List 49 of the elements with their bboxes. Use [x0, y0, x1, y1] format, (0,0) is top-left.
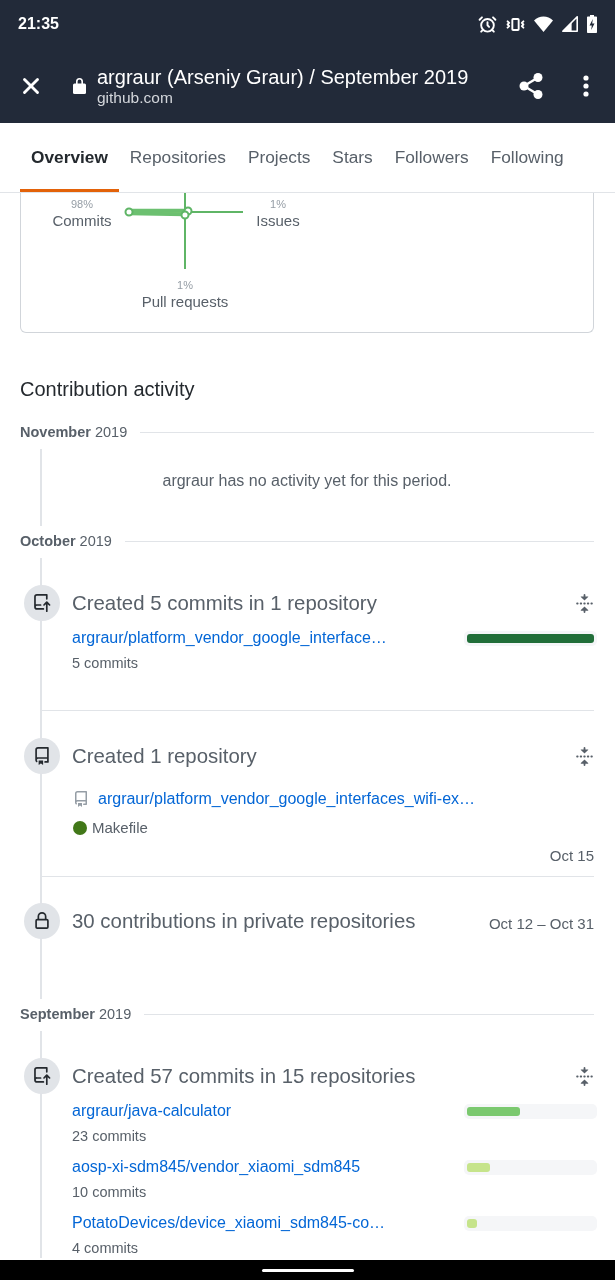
event-date: Oct 15 [549, 847, 594, 865]
repo-link[interactable]: argraur/platform_vendor_google_interfaces_wifi-ex… [98, 788, 476, 810]
commit-count: 23 commits [72, 1127, 148, 1145]
axis-label: Pull requests [141, 293, 229, 310]
month-heading: September 2019 [20, 1005, 132, 1024]
commit-count: 4 commits [72, 1239, 140, 1257]
fold-icon[interactable] [575, 1066, 594, 1086]
fold-icon[interactable] [575, 593, 594, 613]
percent-label: 98% [71, 198, 93, 210]
nav-tab[interactable]: Stars [321, 123, 384, 192]
event-title: 30 contributions in private repositories [72, 909, 417, 934]
data-point [180, 210, 190, 220]
commit-count: 5 commits [72, 654, 140, 672]
repo-link[interactable]: PotatoDevices/device_xiaomi_sdm845-co… [72, 1212, 386, 1234]
repo-link[interactable]: argraur/java-calculator [72, 1100, 232, 1122]
month-heading: November 2019 [20, 423, 128, 442]
gesture-handle[interactable] [261, 1268, 354, 1272]
event-title: Created 5 commits in 1 repository [72, 591, 378, 616]
fold-icon[interactable] [575, 746, 594, 766]
repo-link[interactable]: argraur/platform_vendor_google_interface… [72, 627, 387, 649]
repo-link[interactable]: aosp-xi-sdm845/vendor_xiaomi_sdm845 [72, 1156, 361, 1178]
month-heading: October 2019 [20, 532, 112, 551]
commit-count: 10 commits [72, 1183, 148, 1201]
status-time: 21:35 [18, 15, 59, 33]
language-label: Makefile [92, 819, 148, 837]
lock-icon [73, 77, 86, 94]
axis-label: Commits [52, 212, 112, 229]
empty-message: argraur has no activity yet for this period. [161, 471, 453, 491]
nav-tab[interactable]: Following [479, 123, 575, 192]
percent-label: 1% [177, 279, 193, 291]
event-title: Created 1 repository [72, 744, 258, 769]
page-title: argraur (Arseniy Graur) / September 2019 [97, 66, 470, 89]
signal-icon [562, 16, 578, 32]
alarm-icon [478, 14, 497, 34]
data-point [124, 207, 134, 217]
share-icon [519, 72, 543, 99]
nav-tab[interactable]: Followers [383, 123, 480, 192]
percent-label: 1% [270, 198, 286, 210]
battery-icon [587, 15, 597, 33]
book-icon [73, 791, 89, 807]
axis-label: Issues [256, 212, 300, 229]
nav-tab[interactable]: Projects [236, 123, 322, 192]
page-url: github.com [97, 89, 174, 107]
event-date: Oct 12 – Oct 31 [488, 915, 594, 933]
nav-tab[interactable]: Repositories [118, 123, 237, 192]
wifi-icon [534, 16, 553, 32]
event-title: Created 57 commits in 15 repositories [72, 1064, 417, 1089]
more-icon [583, 74, 589, 97]
section-heading: Contribution activity [20, 377, 196, 401]
